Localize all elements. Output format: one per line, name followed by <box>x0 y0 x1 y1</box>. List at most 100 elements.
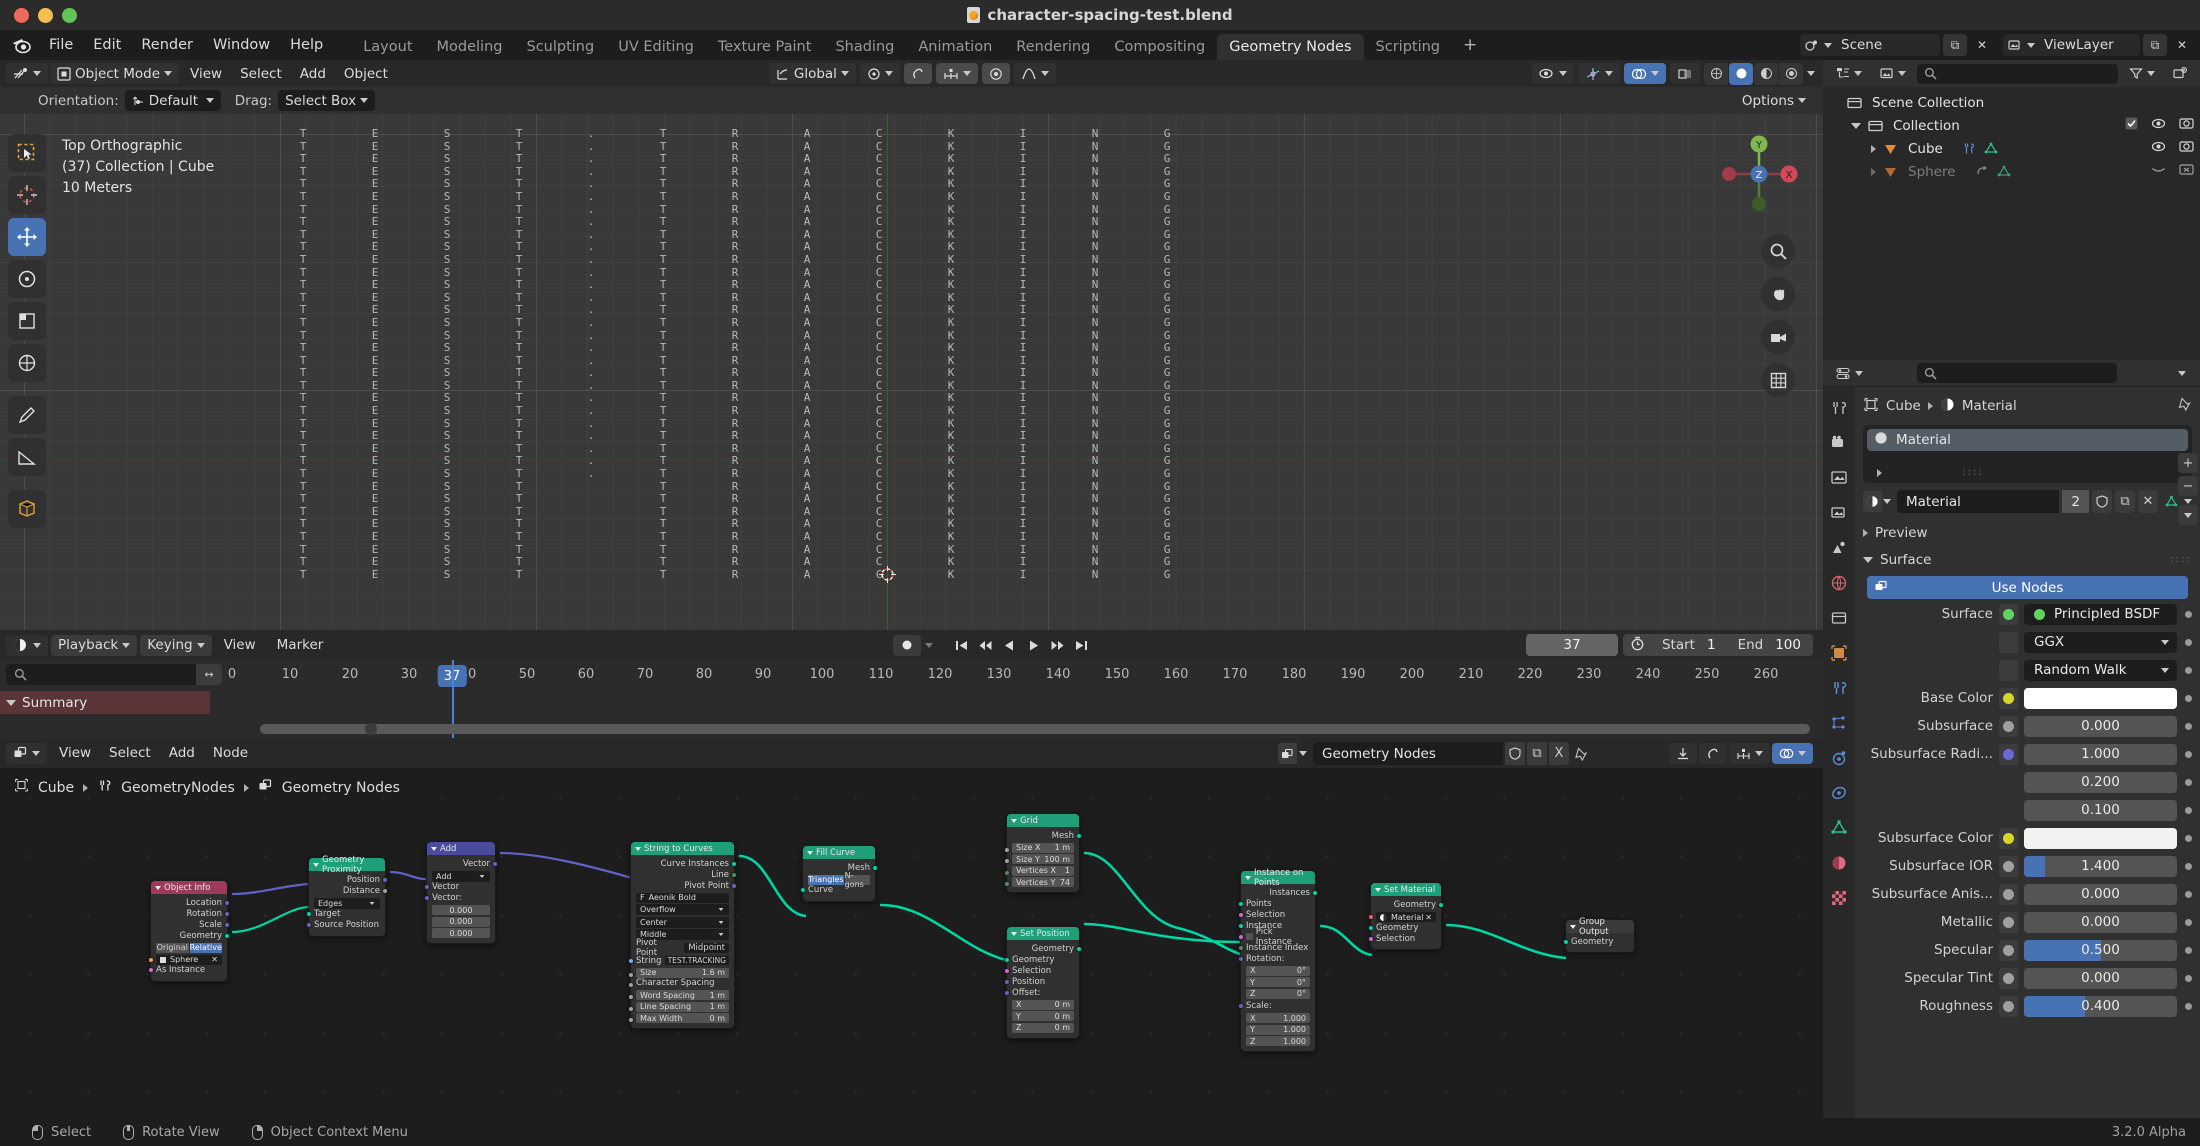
node-material-field[interactable]: Material ✕ <box>1368 912 1436 922</box>
nodetree-name-field[interactable]: Geometry Nodes <box>1313 742 1503 765</box>
properties-editor-type-button[interactable] <box>1829 362 1870 384</box>
node-output-rotation[interactable]: Rotation <box>156 908 230 919</box>
node-scale-z[interactable]: Z 1.000 <box>1246 1036 1310 1046</box>
fake-user-button[interactable] <box>2092 490 2112 513</box>
property-value-roughness[interactable]: 0.400 <box>2024 995 2177 1017</box>
auto-keying-icon[interactable] <box>1623 636 1652 655</box>
animate-property-dot[interactable] <box>2185 722 2192 730</box>
menu-render[interactable]: Render <box>131 30 203 60</box>
node-input-geometry[interactable]: Geometry <box>1004 954 1074 965</box>
outliner-tree[interactable]: Scene Collection Collection Cube Sphere <box>1823 87 2200 183</box>
param-field[interactable]: Size X 1 m <box>1012 842 1074 853</box>
param-field[interactable]: Max Width 0 m <box>636 1013 729 1023</box>
nodetree-pin-icon[interactable] <box>1571 742 1591 765</box>
node-output-mesh[interactable]: Mesh <box>1012 830 1082 841</box>
menu-file[interactable]: File <box>39 30 83 60</box>
node-socket-bool[interactable] <box>1368 935 1374 942</box>
node-socket-f[interactable] <box>628 994 634 1000</box>
menu-window[interactable]: Window <box>203 30 280 60</box>
node-input-selection[interactable]: Selection <box>1238 909 1310 920</box>
surface-panel-header[interactable]: Surface :::: <box>1863 546 2192 573</box>
node-snap-settings-button[interactable] <box>1729 742 1770 764</box>
clear-object-icon[interactable]: ✕ <box>211 955 218 964</box>
material-name-field[interactable]: Material <box>1897 490 2060 513</box>
node-socket-mat[interactable] <box>1368 914 1374 920</box>
tab-world[interactable] <box>1828 572 1850 594</box>
property-socket[interactable] <box>1999 827 2018 849</box>
property-row-metallic[interactable]: Metallic 0.000 <box>1863 909 2192 935</box>
playback-transport-controls[interactable] <box>950 634 1092 656</box>
node-set-material[interactable]: Set Material Geometry Material ✕ Geometry Sel… <box>1368 882 1444 950</box>
add-workspace-button[interactable]: + <box>1452 30 1488 60</box>
workspace-tab-scripting[interactable]: Scripting <box>1364 34 1452 60</box>
node-group-output[interactable]: Group Output Geometry <box>1563 917 1635 953</box>
xray-toggle[interactable] <box>1670 63 1700 84</box>
node-socket-geo[interactable] <box>800 887 806 893</box>
material-property-fields[interactable]: Surface Principled BSDF GGX Random Walk Base… <box>1863 601 2192 1019</box>
property-value-surface[interactable]: Principled BSDF <box>2024 603 2177 625</box>
workspace-tab-geometry-nodes[interactable]: Geometry Nodes <box>1217 34 1364 60</box>
property-socket[interactable] <box>1999 659 2018 681</box>
property-value-option-2[interactable]: Random Walk <box>2024 659 2177 681</box>
nodetree-unlink-button[interactable]: X <box>1549 742 1569 765</box>
outliner-row-scene-collection[interactable]: Scene Collection <box>1823 91 2200 114</box>
tab-output[interactable] <box>1828 467 1850 489</box>
tab-object[interactable] <box>1828 642 1850 664</box>
node-output-geometry[interactable]: Geometry <box>1012 943 1082 954</box>
slotlist-grip[interactable]: :::: <box>1962 467 1983 478</box>
node-socket-geo[interactable] <box>1312 889 1318 896</box>
node-socket-geo[interactable] <box>1076 832 1082 839</box>
nodetree-fake-user-button[interactable] <box>1505 742 1525 765</box>
hide-closed-eye-icon[interactable] <box>2151 163 2166 180</box>
expand-right-icon[interactable] <box>1871 144 1876 153</box>
outliner-new-collection-button[interactable] <box>2166 63 2194 84</box>
dopesheet-menu-view[interactable]: View <box>215 637 265 653</box>
node-output-distance[interactable]: Distance <box>314 885 388 896</box>
node-output-mesh[interactable]: Mesh <box>808 862 878 873</box>
node-socket-vec[interactable] <box>731 882 737 889</box>
node-input-source-position[interactable]: Source Position <box>306 920 380 931</box>
animate-property-dot[interactable] <box>2185 946 2192 954</box>
node-input-curve[interactable]: Curve <box>800 885 870 896</box>
node-param-word-spacing[interactable]: Word Spacing 1 m <box>628 990 729 1000</box>
property-value-subsurface-anis[interactable]: 0.000 <box>2024 883 2177 905</box>
node-socket-f[interactable] <box>628 1017 634 1023</box>
outliner-row-toggles[interactable] <box>2125 117 2194 134</box>
node-collapse-icon[interactable] <box>1245 875 1251 880</box>
tool-scale[interactable] <box>8 302 46 340</box>
node-param-character-spacing[interactable]: Character Spacing <box>628 978 729 989</box>
node-socket-geo[interactable] <box>1438 901 1444 908</box>
node-socket-int[interactable] <box>1004 869 1010 876</box>
node-header[interactable]: Grid <box>1007 814 1079 827</box>
node-socket-vec[interactable] <box>224 921 230 928</box>
node-dropdown-overflow[interactable]: Overflow <box>636 904 729 915</box>
node-socket-bool[interactable] <box>1238 911 1244 918</box>
property-socket[interactable] <box>1999 995 2018 1017</box>
drag-dropdown[interactable]: Select Box <box>278 90 376 111</box>
node-socket-bool[interactable] <box>148 967 154 973</box>
dopesheet-channel-sidebar[interactable]: Summary <box>0 691 210 738</box>
viewport-options-button[interactable]: Options <box>1734 90 1813 111</box>
node-output-geometry[interactable]: Geometry <box>156 930 230 941</box>
property-value-option-1[interactable]: GGX <box>2024 631 2177 653</box>
overlays-toggle[interactable] <box>1624 63 1666 84</box>
workspace-tabs[interactable]: Layout Modeling Sculpting UV Editing Texture… <box>351 30 1452 60</box>
snap-settings-button[interactable] <box>935 63 978 84</box>
workspace-tab-layout[interactable]: Layout <box>351 34 424 60</box>
node-header[interactable]: Geometry Proximity <box>309 855 385 875</box>
tab-constraints[interactable] <box>1828 782 1850 804</box>
property-row-subsurface-ior[interactable]: Subsurface IOR 1.400 <box>1863 853 2192 879</box>
node-socket-vec[interactable] <box>382 876 388 883</box>
property-row-option-7[interactable]: 0.100 <box>1863 797 2192 823</box>
tab-data[interactable] <box>1828 817 1850 839</box>
summary-channel-row[interactable]: Summary <box>0 691 210 714</box>
viewport-menu-add[interactable]: Add <box>291 66 335 82</box>
current-frame-field[interactable]: 37 <box>1525 634 1618 656</box>
property-value-subsurface-color[interactable] <box>2024 827 2177 849</box>
gizmo-toggle[interactable] <box>1578 63 1620 84</box>
node-socket-geo[interactable] <box>1238 900 1244 907</box>
snap-toggle-button[interactable] <box>903 63 932 84</box>
clear-material-icon[interactable]: ✕ <box>1425 913 1432 922</box>
tab-render[interactable] <box>1828 432 1850 454</box>
node-snap-button[interactable] <box>1669 742 1697 764</box>
